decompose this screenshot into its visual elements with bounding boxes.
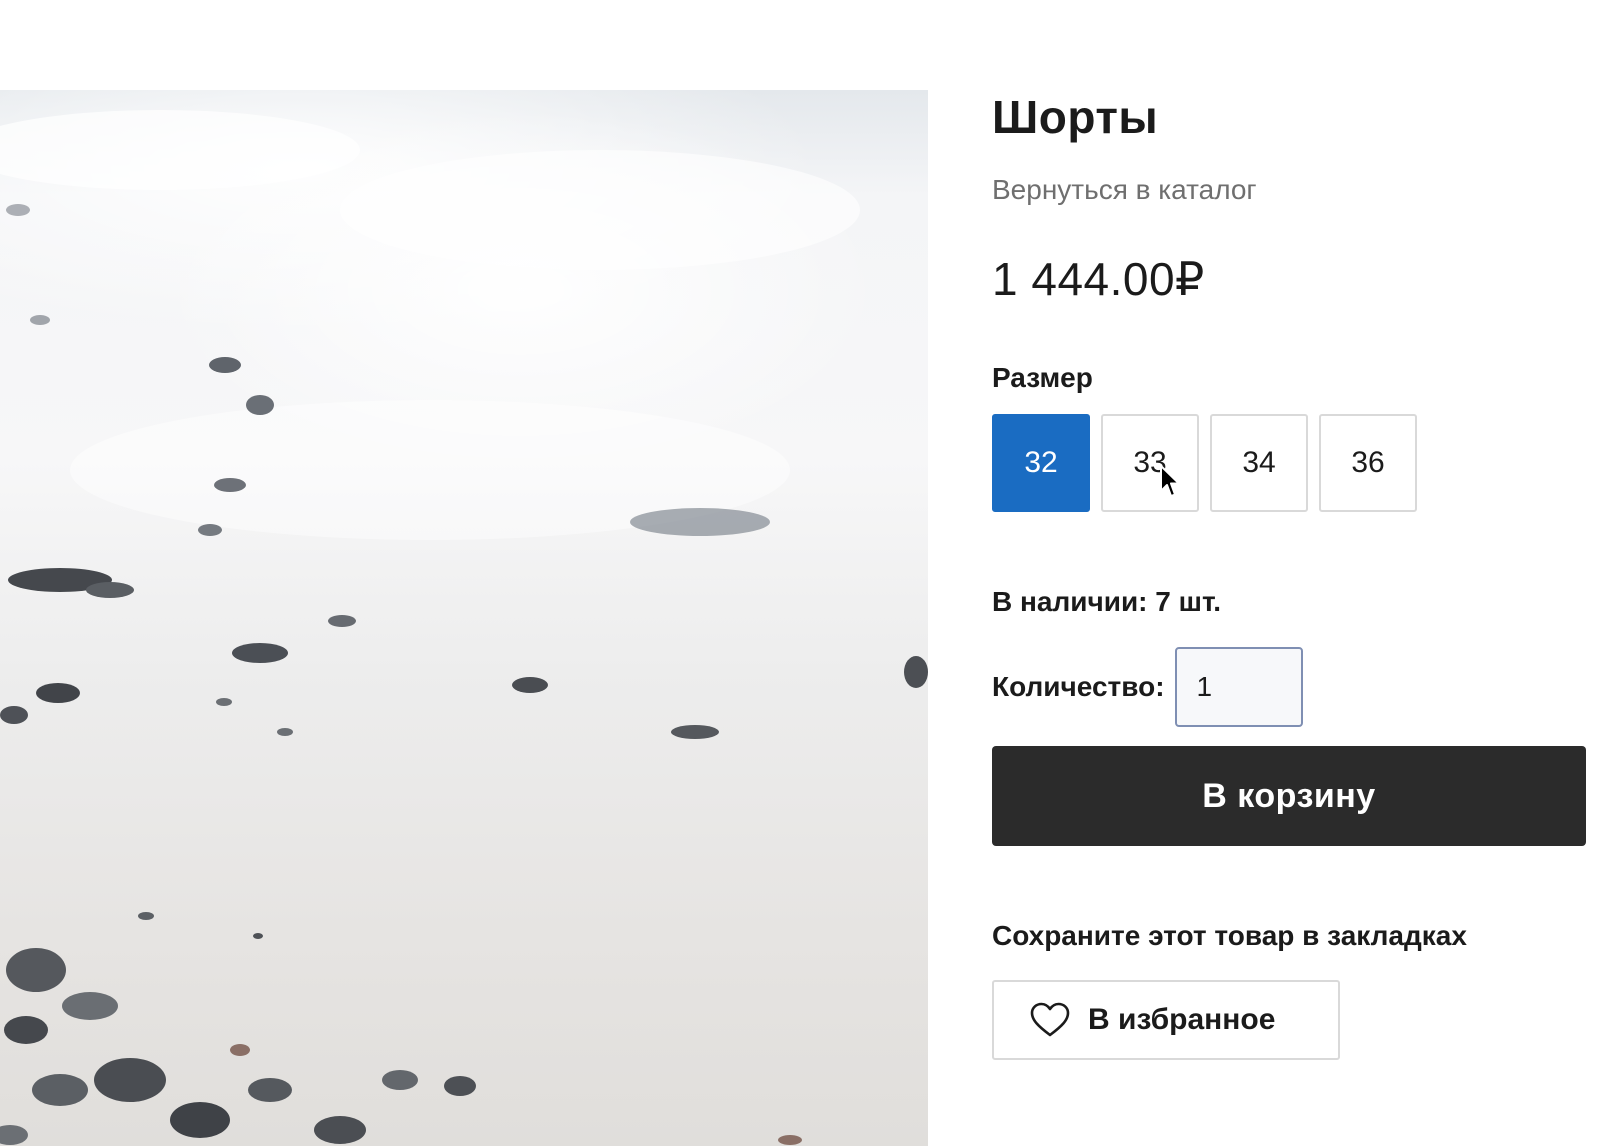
- beach-pebbles-photo: [0, 110, 928, 1145]
- size-option-33[interactable]: 33: [1101, 414, 1199, 512]
- size-option-36[interactable]: 36: [1319, 414, 1417, 512]
- product-image[interactable]: [0, 90, 928, 1146]
- size-label: Размер: [992, 362, 1093, 393]
- size-option-32[interactable]: 32: [992, 414, 1090, 512]
- size-option-34[interactable]: 34: [1210, 414, 1308, 512]
- stock-status: В наличии: 7 шт.: [992, 586, 1221, 617]
- quantity-input[interactable]: [1174, 647, 1303, 727]
- product-page: Шорты Вернуться в каталог 1 444.00₽ Разм…: [0, 0, 1610, 1146]
- quantity-row: Количество:: [992, 647, 1303, 727]
- bookmark-prompt: Сохраните этот товар в закладках: [992, 920, 1467, 951]
- heart-icon: [1030, 1002, 1070, 1038]
- size-selector: 32 33 34 36: [992, 414, 1417, 512]
- product-price: 1 444.00₽: [992, 253, 1205, 305]
- quantity-label: Количество:: [992, 671, 1165, 702]
- mouse-pointer-icon: [1160, 465, 1180, 497]
- add-to-favorites-label: В избранное: [1088, 1003, 1276, 1036]
- product-title: Шорты: [992, 91, 1159, 143]
- back-to-catalog-link[interactable]: Вернуться в каталог: [992, 174, 1257, 206]
- add-to-favorites-button[interactable]: В избранное: [992, 980, 1340, 1060]
- add-to-cart-button[interactable]: В корзину: [992, 746, 1586, 846]
